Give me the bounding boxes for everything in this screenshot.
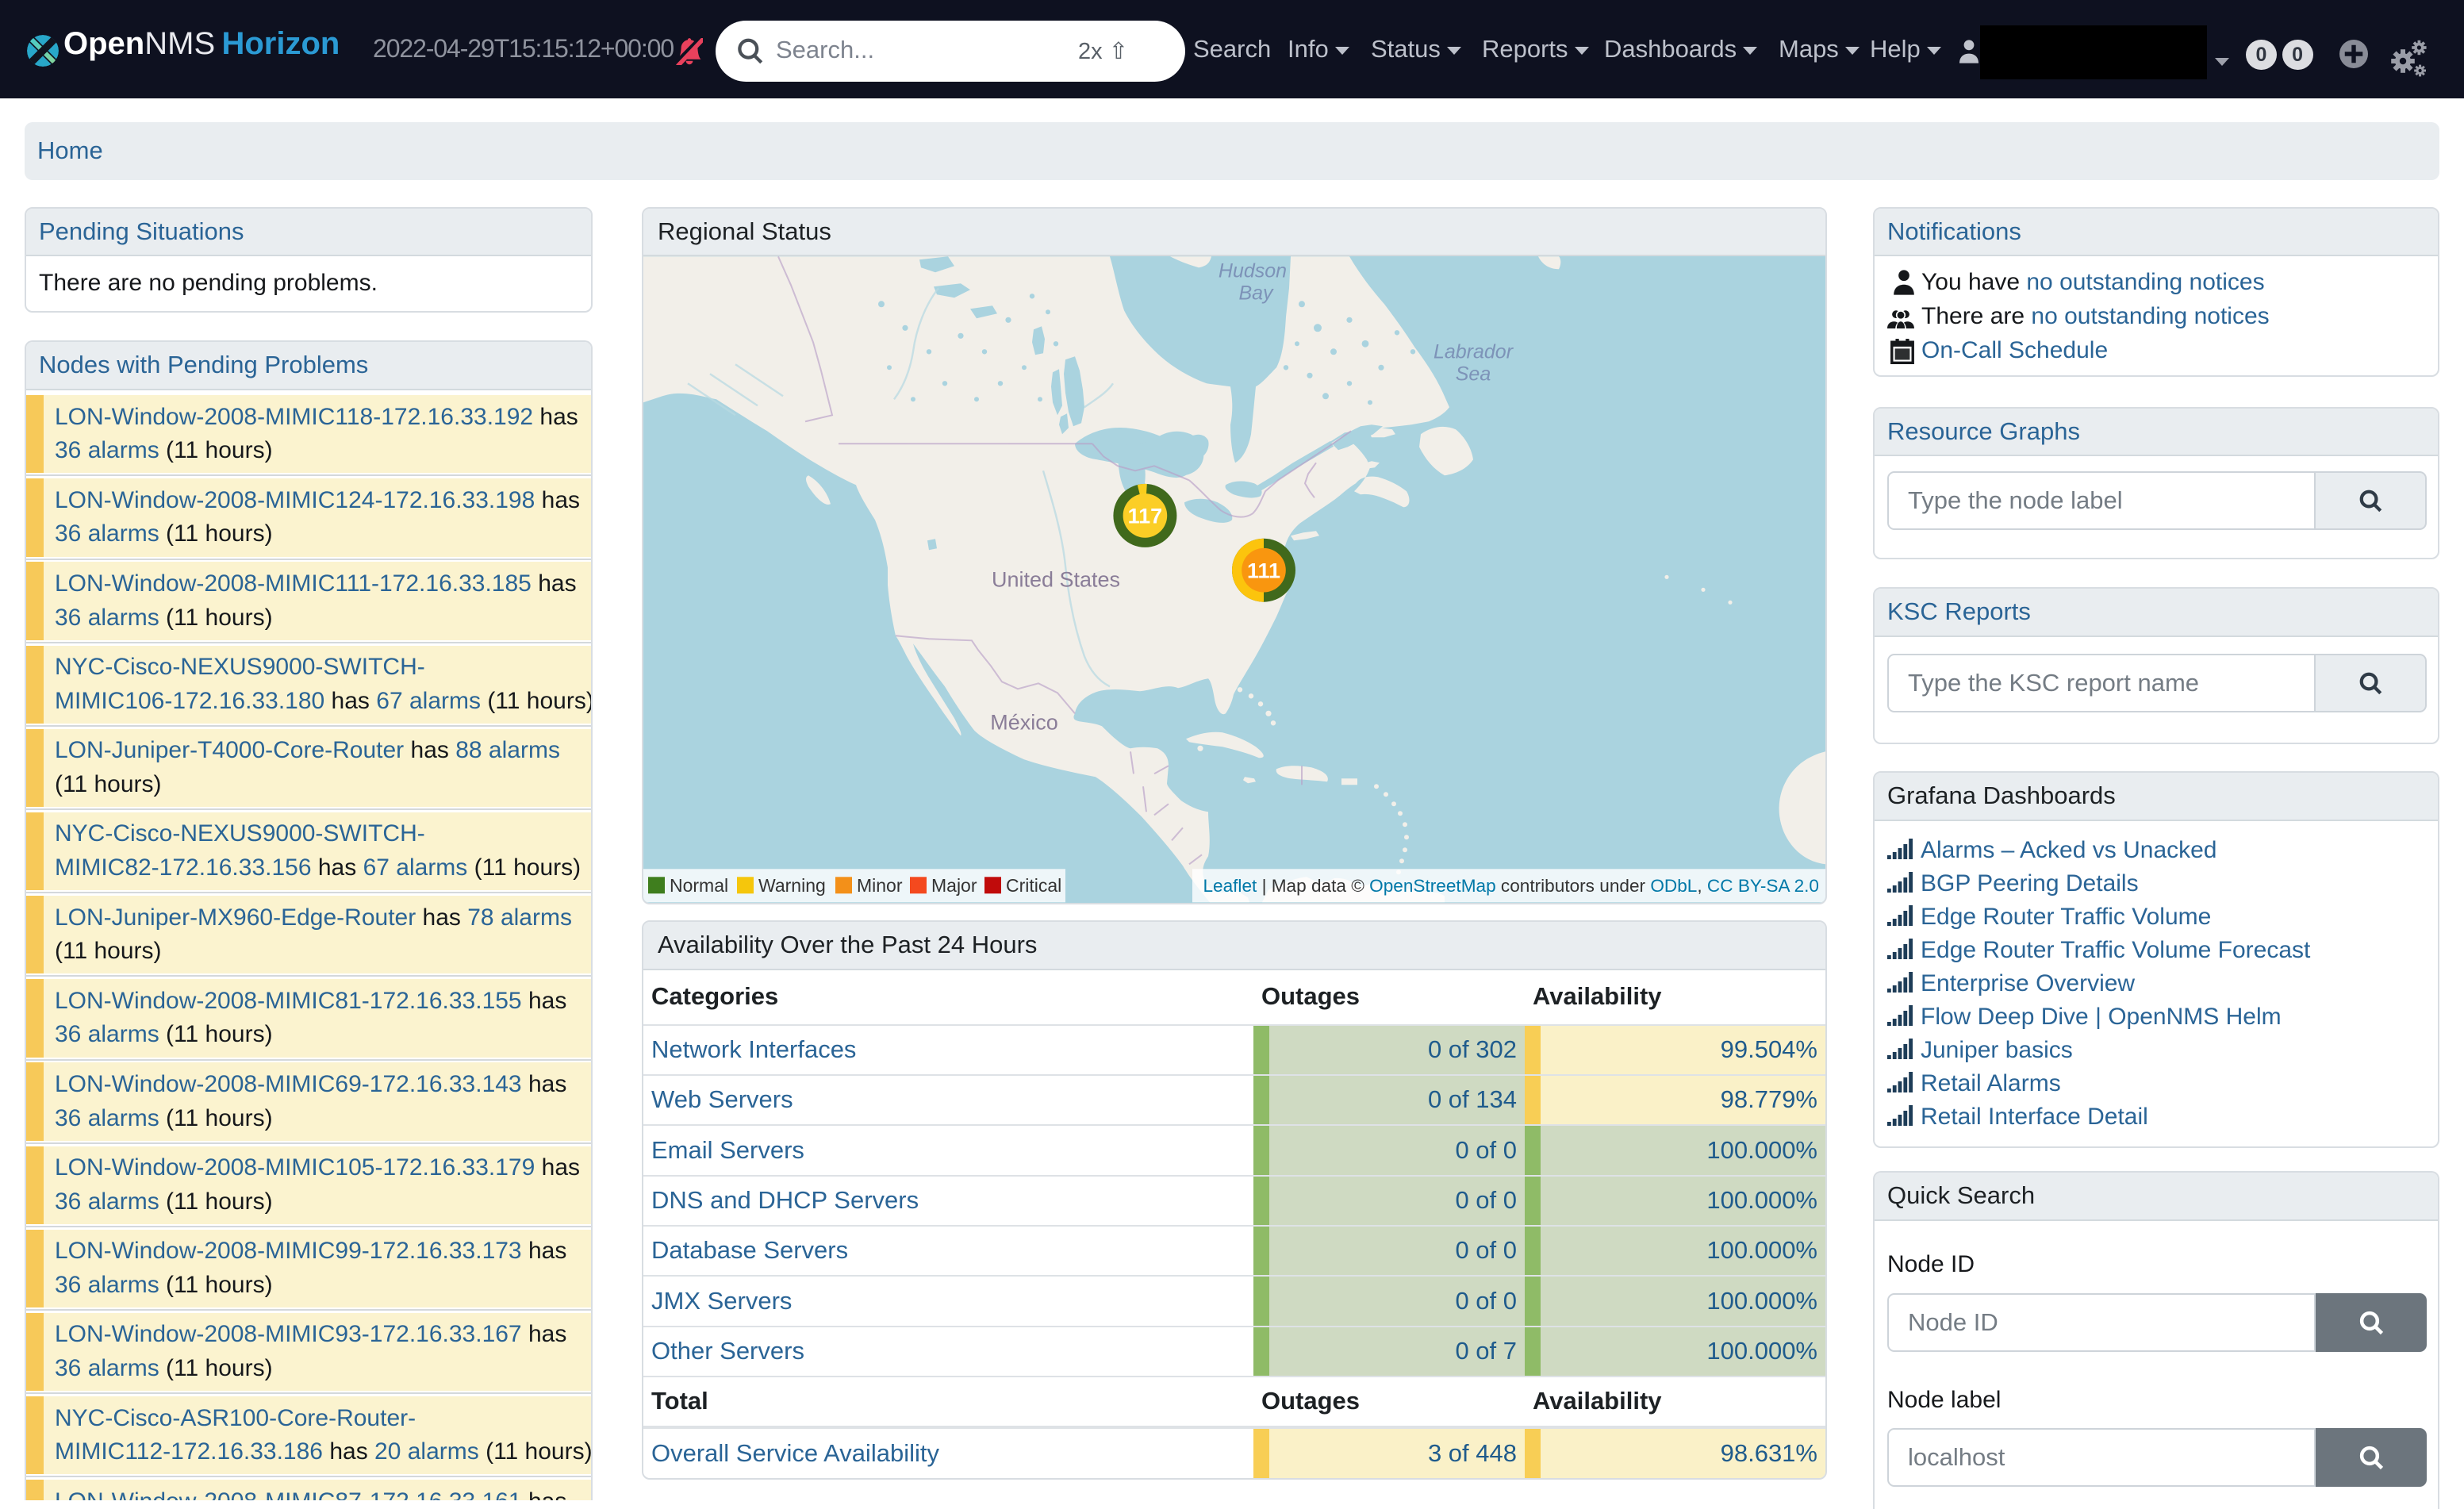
svg-text:Major: Major <box>931 875 977 896</box>
svg-text:Hudson: Hudson <box>1219 260 1287 282</box>
svg-text:Bay: Bay <box>1238 282 1274 305</box>
svg-text:111: 111 <box>1247 559 1280 583</box>
svg-text:Leaflet | Map data © OpenStree: Leaflet | Map data © OpenStreetMap contr… <box>1203 876 1819 896</box>
svg-text:Minor: Minor <box>857 875 903 896</box>
svg-text:Sea: Sea <box>1456 363 1491 386</box>
svg-text:Warning: Warning <box>758 875 826 896</box>
svg-text:117: 117 <box>1128 505 1163 528</box>
svg-text:Normal: Normal <box>670 875 728 896</box>
svg-text:México: México <box>990 711 1058 735</box>
svg-text:United States: United States <box>992 568 1120 592</box>
svg-text:Critical: Critical <box>1006 875 1061 896</box>
svg-text:Labrador: Labrador <box>1433 341 1514 363</box>
